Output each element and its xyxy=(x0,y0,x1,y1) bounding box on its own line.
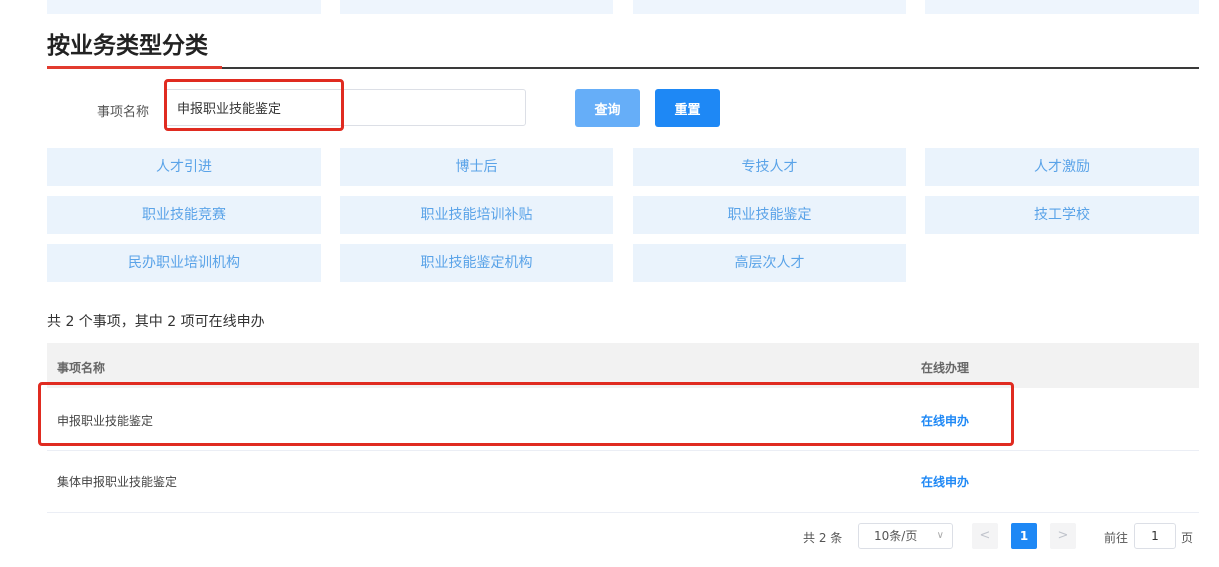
highlight-box-row xyxy=(38,382,1014,446)
category-item[interactable]: 博士后 xyxy=(340,148,613,186)
section-title: 按业务类型分类 xyxy=(47,33,208,59)
search-label: 事项名称 xyxy=(97,105,150,120)
pagination-total: 共 2 条 xyxy=(803,531,843,545)
chevron-down-icon: ∨ xyxy=(936,530,944,541)
category-item[interactable]: 技工学校 xyxy=(925,196,1199,234)
reset-button[interactable]: 重置 xyxy=(655,89,720,127)
title-accent-bar xyxy=(47,66,222,69)
online-apply-link[interactable]: 在线申办 xyxy=(921,473,969,490)
top-strip-cell xyxy=(47,0,321,14)
category-item[interactable]: 民办职业培训机构 xyxy=(47,244,321,282)
column-header-name: 事项名称 xyxy=(57,361,106,375)
category-item[interactable]: 职业技能鉴定 xyxy=(633,196,906,234)
search-input[interactable] xyxy=(164,89,526,126)
query-button[interactable]: 查询 xyxy=(575,89,640,127)
row-name: 申报职业技能鉴定 xyxy=(57,414,154,428)
goto-unit: 页 xyxy=(1181,531,1194,545)
category-item[interactable]: 职业技能竞赛 xyxy=(47,196,321,234)
top-strip-cell xyxy=(633,0,906,14)
category-item[interactable]: 高层次人才 xyxy=(633,244,906,282)
goto-label: 前往 xyxy=(1104,531,1129,545)
top-strip-cell xyxy=(925,0,1199,14)
category-item[interactable]: 专技人才 xyxy=(633,148,906,186)
result-summary: 共 2 个事项，其中 2 项可在线申办 xyxy=(47,314,265,330)
top-strip-cell xyxy=(340,0,613,14)
row-name: 集体申报职业技能鉴定 xyxy=(57,475,178,489)
next-page-button[interactable]: > xyxy=(1050,523,1076,549)
category-item[interactable]: 职业技能鉴定机构 xyxy=(340,244,613,282)
goto-page-input[interactable] xyxy=(1134,523,1176,549)
category-item[interactable]: 人才激励 xyxy=(925,148,1199,186)
prev-page-button[interactable]: < xyxy=(972,523,998,549)
row-divider xyxy=(47,450,1199,451)
column-header-online: 在线办理 xyxy=(921,361,970,375)
category-item[interactable]: 人才引进 xyxy=(47,148,321,186)
page-size-select[interactable]: 10条/页 ∨ xyxy=(858,523,953,549)
category-item[interactable]: 职业技能培训补贴 xyxy=(340,196,613,234)
page-size-value: 10条/页 xyxy=(874,529,918,543)
table-header xyxy=(47,343,1199,388)
page-number-current[interactable]: 1 xyxy=(1011,523,1037,549)
online-apply-link[interactable]: 在线申办 xyxy=(921,412,969,429)
row-divider xyxy=(47,512,1199,513)
